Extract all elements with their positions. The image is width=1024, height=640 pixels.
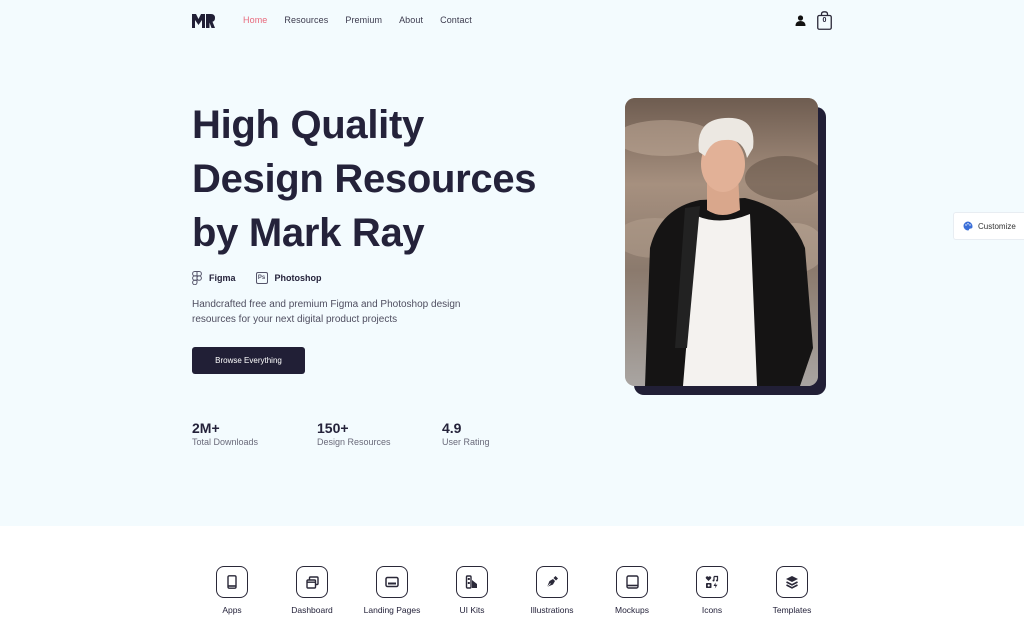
nav-links: Home Resources Premium About Contact: [243, 15, 489, 25]
category-label: Landing Pages: [363, 605, 421, 615]
user-icon[interactable]: [795, 15, 806, 26]
headline-line: Design Resources: [192, 157, 537, 201]
hero-section: Home Resources Premium About Contact 0 H…: [0, 0, 1024, 526]
category-icon-box: [776, 566, 808, 598]
phone-icon: [227, 575, 237, 589]
category-templates[interactable]: Templates: [752, 566, 832, 615]
headline-line: by Mark Ray: [192, 211, 425, 255]
card-icon: [385, 576, 399, 588]
stat-resources: 150+ Design Resources: [317, 420, 391, 447]
tool-photoshop: Ps Photoshop: [255, 272, 322, 284]
pen-nib-icon: [546, 576, 558, 588]
category-label: UI Kits: [459, 605, 485, 615]
cart-count: 0: [822, 17, 827, 24]
category-label: Dashboard: [291, 605, 333, 615]
category-illustrations[interactable]: Illustrations: [512, 566, 592, 615]
category-icon-box: [616, 566, 648, 598]
nav-resources[interactable]: Resources: [284, 15, 328, 25]
category-icon-box: [456, 566, 488, 598]
category-icon-box: [536, 566, 568, 598]
hero-description: Handcrafted free and premium Figma and P…: [192, 299, 461, 325]
tool-label: Photoshop: [274, 273, 322, 283]
tool-figma: Figma: [192, 271, 236, 285]
stat-rating: 4.9 User Rating: [442, 420, 490, 447]
headline-line: High Quality: [192, 103, 424, 147]
nav-about[interactable]: About: [399, 15, 423, 25]
person-illustration: [625, 98, 818, 386]
stat-value: 4.9: [442, 420, 462, 436]
windows-icon: [305, 575, 319, 589]
figma-icon: [192, 271, 202, 285]
cart-button[interactable]: 0: [817, 11, 832, 30]
layers-icon: [786, 576, 798, 589]
nav-contact[interactable]: Contact: [440, 15, 472, 25]
hero-headline: High Quality Design Resources by Mark Ra…: [192, 98, 572, 260]
stat-label: Design Resources: [317, 437, 391, 447]
stat-value: 2M+: [192, 420, 220, 436]
customize-label: Customize: [978, 221, 1016, 231]
nav-premium[interactable]: Premium: [345, 15, 382, 25]
category-icons[interactable]: Icons: [672, 566, 752, 615]
swatches-icon: [465, 575, 477, 589]
photoshop-icon: Ps: [255, 272, 268, 284]
browse-everything-button[interactable]: Browse Everything: [192, 347, 305, 374]
category-icon-box: [376, 566, 408, 598]
tablet-icon: [625, 575, 639, 589]
nav-home[interactable]: Home: [243, 15, 267, 25]
category-icon-box: [216, 566, 248, 598]
category-label: Illustrations: [530, 605, 574, 615]
icon-shapes-icon: [705, 575, 719, 589]
stat-label: Total Downloads: [192, 437, 259, 447]
logo[interactable]: [192, 14, 215, 28]
stat-value: 150+: [317, 420, 349, 436]
stat-label: User Rating: [442, 437, 490, 447]
category-apps[interactable]: Apps: [192, 566, 272, 615]
tool-label: Figma: [209, 273, 236, 283]
category-landing-pages[interactable]: Landing Pages: [352, 566, 432, 615]
hero-photo: [625, 98, 818, 386]
top-nav: Home Resources Premium About Contact 0: [0, 0, 1024, 42]
category-label: Apps: [222, 605, 242, 615]
stat-downloads: 2M+ Total Downloads: [192, 420, 258, 447]
category-mockups[interactable]: Mockups: [592, 566, 672, 615]
category-icon-box: [296, 566, 328, 598]
category-label: Icons: [701, 605, 723, 615]
category-ui-kits[interactable]: UI Kits: [432, 566, 512, 615]
category-icon-box: [696, 566, 728, 598]
category-label: Mockups: [614, 605, 649, 615]
category-label: Templates: [772, 605, 812, 615]
category-dashboard[interactable]: Dashboard: [272, 566, 352, 615]
customize-button[interactable]: Customize: [953, 212, 1024, 240]
tools-list: Figma Ps Photoshop: [192, 271, 342, 285]
palette-icon: [963, 221, 973, 231]
